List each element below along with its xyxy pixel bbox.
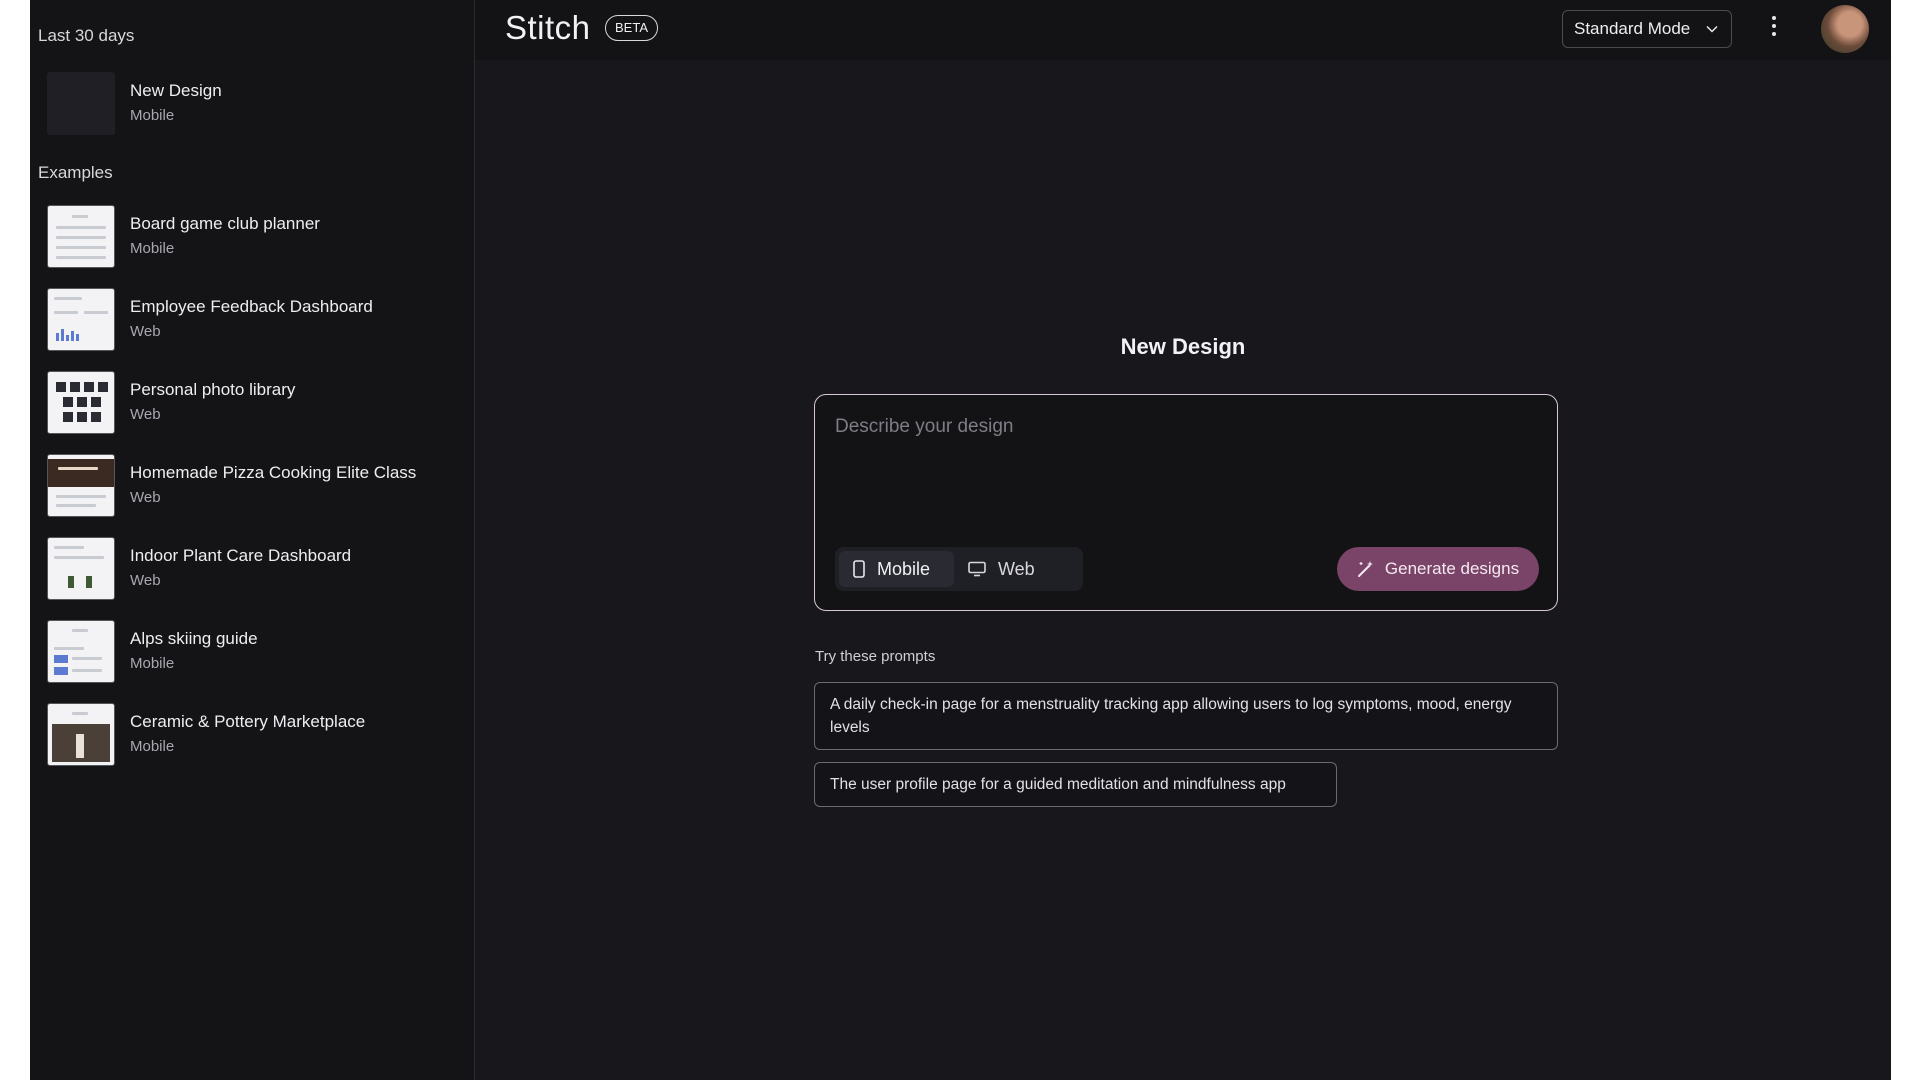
item-title: Personal photo library <box>130 380 296 399</box>
sidebar: Last 30 days New Design Mobile Examples … <box>30 0 475 1080</box>
item-type: Web <box>130 489 161 506</box>
item-title: Board game club planner <box>130 214 320 233</box>
toggle-mobile-label: Mobile <box>877 558 931 579</box>
example-thumbnail <box>47 371 115 434</box>
design-thumbnail <box>47 72 115 135</box>
platform-toggle-mobile[interactable]: Mobile <box>839 551 954 587</box>
item-title: Alps skiing guide <box>130 629 258 648</box>
platform-toggle: Mobile Web <box>835 547 1083 591</box>
beta-badge: BETA <box>605 15 658 41</box>
example-thumbnail <box>47 703 115 766</box>
generate-label: Generate designs <box>1384 559 1520 578</box>
magic-wand-icon <box>1357 561 1373 577</box>
example-item-ceramic-pottery[interactable]: Ceramic & Pottery Marketplace Mobile <box>38 693 474 776</box>
example-thumbnail <box>47 454 115 517</box>
item-title: Indoor Plant Care Dashboard <box>130 546 352 565</box>
item-type: Web <box>130 406 161 423</box>
phone-icon <box>853 560 865 578</box>
try-prompts-label: Try these prompts <box>815 648 936 665</box>
item-title: Ceramic & Pottery Marketplace <box>130 712 366 731</box>
example-item-photo-library[interactable]: Personal photo library Web <box>38 361 474 444</box>
mode-select[interactable]: Standard Mode <box>1562 10 1732 48</box>
recent-item-new-design[interactable]: New Design Mobile <box>38 62 474 145</box>
mode-select-label: Standard Mode <box>1574 19 1691 38</box>
examples-section-title: Examples <box>38 163 113 182</box>
example-item-board-game[interactable]: Board game club planner Mobile <box>38 195 474 278</box>
item-type: Mobile <box>130 240 175 257</box>
design-description-input[interactable] <box>833 415 1537 439</box>
item-type: Mobile <box>130 655 175 672</box>
page-title: New Design <box>1120 334 1246 359</box>
toggle-web-label: Web <box>998 558 1035 579</box>
prompt-suggestion[interactable]: The user profile page for a guided medit… <box>814 762 1337 807</box>
example-thumbnail <box>47 620 115 683</box>
main-area: Stitch BETA Standard Mode New Design Mob… <box>475 0 1891 1080</box>
app-logo: Stitch <box>505 9 591 46</box>
item-type: Mobile <box>130 738 175 755</box>
item-title: Employee Feedback Dashboard <box>130 297 373 316</box>
chevron-down-icon <box>1706 25 1718 33</box>
prompt-suggestion[interactable]: A daily check-in page for a menstruality… <box>814 682 1558 750</box>
top-bar: Stitch BETA Standard Mode <box>475 0 1891 60</box>
example-item-employee-feedback[interactable]: Employee Feedback Dashboard Web <box>38 278 474 361</box>
avatar[interactable] <box>1821 5 1869 53</box>
item-type: Web <box>130 572 161 589</box>
item-title: Homemade Pizza Cooking Elite Class <box>130 463 417 482</box>
example-item-alps-skiing[interactable]: Alps skiing guide Mobile <box>38 610 474 693</box>
monitor-icon <box>968 561 986 577</box>
platform-toggle-web[interactable]: Web <box>954 551 1049 587</box>
example-thumbnail <box>47 537 115 600</box>
item-type: Web <box>130 323 161 340</box>
app-window: Last 30 days New Design Mobile Examples … <box>30 0 1891 1080</box>
item-title: New Design <box>130 81 222 100</box>
example-item-pizza-class[interactable]: Homemade Pizza Cooking Elite Class Web <box>38 444 474 527</box>
recent-section-title: Last 30 days <box>38 26 135 45</box>
prompt-composer: Mobile Web Generate designs <box>814 394 1558 611</box>
example-thumbnail <box>47 288 115 351</box>
example-item-plant-care[interactable]: Indoor Plant Care Dashboard Web <box>38 527 474 610</box>
more-vert-icon[interactable] <box>1770 16 1778 40</box>
generate-designs-button[interactable]: Generate designs <box>1337 547 1539 591</box>
item-type: Mobile <box>130 107 175 124</box>
example-thumbnail <box>47 205 115 268</box>
